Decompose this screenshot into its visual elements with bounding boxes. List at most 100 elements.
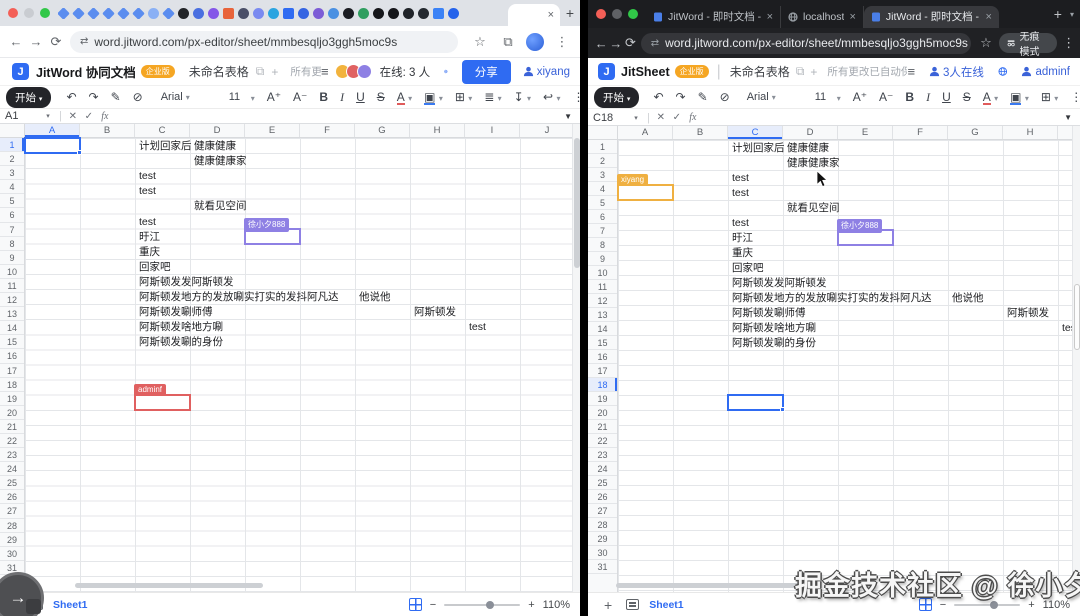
pinned-tab-icon[interactable] [208,8,219,19]
select-all-corner[interactable] [0,124,25,137]
pinned-tab-icon[interactable] [433,8,444,19]
tab-search-icon[interactable]: ▾ [1070,10,1080,19]
row-header-18[interactable]: 18 [588,378,617,392]
name-box-dropdown-icon[interactable]: ▾ [40,112,56,120]
underline-button[interactable]: U [351,90,370,104]
selected-cell-C18[interactable] [727,394,784,411]
minimize-window-button[interactable] [24,8,34,18]
minimize-window-button[interactable] [612,9,622,19]
borders-button[interactable]: ⊞ ▾ [1036,90,1063,104]
rename-icon[interactable]: ⧉ [256,64,265,79]
align-button[interactable]: ≣ ▾ [479,90,506,104]
browser-menu-icon[interactable]: ⋮ [552,34,572,50]
browser-menu-icon[interactable]: ⋮ [1061,35,1076,51]
pinned-tab-icon[interactable] [132,8,145,19]
address-input[interactable]: ⇄ word.jitword.com/px-editor/sheet/mmbes… [70,31,458,53]
add-sheet-button[interactable]: + [604,597,612,613]
text-wrap-button[interactable]: ↩ ▾ [538,90,565,104]
strikethrough-button[interactable]: S [372,90,390,104]
back-button[interactable]: ← [6,34,26,49]
row-header-8[interactable]: 8 [0,237,24,251]
pinned-tabs[interactable] [58,8,508,19]
row-header-29[interactable]: 29 [0,533,24,547]
pinned-tab-icon[interactable] [373,8,384,19]
decrease-font-button[interactable]: A⁻ [874,90,898,104]
row-headers[interactable]: 1234567891011121314151617181920212223242… [0,138,25,592]
pinned-tab-icon[interactable] [117,8,130,19]
browser-tab[interactable]: JitWord - 即时文档 - 高效协× [646,6,781,28]
row-header-7[interactable]: 7 [0,223,24,237]
zoom-in-button[interactable]: + [528,599,534,611]
pinned-tab-icon[interactable] [87,8,100,19]
row-header-24[interactable]: 24 [588,462,617,476]
sheet-switcher-icon[interactable] [626,599,639,610]
column-header-A[interactable]: A [25,124,80,137]
redo-button[interactable]: ↷ [671,90,691,104]
column-headers[interactable]: ABCDEFGHI [588,126,1072,140]
traffic-lights[interactable] [8,8,50,18]
pinned-tab-icon[interactable] [298,8,309,19]
italic-button[interactable]: I [335,90,349,105]
font-size-select[interactable]: 11 [224,91,244,103]
undo-button[interactable]: ↶ [61,90,81,104]
row-header-31[interactable]: 31 [588,560,617,574]
row-header-18[interactable]: 18 [0,378,24,392]
row-header-30[interactable]: 30 [0,547,24,561]
font-family-select[interactable]: Arial ▾ [156,91,222,103]
row-header-24[interactable]: 24 [0,462,24,476]
row-header-11[interactable]: 11 [588,280,617,294]
underline-button[interactable]: U [937,90,956,104]
toolbar-more-icon[interactable]: ⋮ [1065,90,1080,104]
pinned-tab-icon[interactable] [178,8,189,19]
pinned-tab-icon[interactable] [403,8,414,19]
pinned-tab-icon[interactable] [328,8,339,19]
row-header-22[interactable]: 22 [588,434,617,448]
pinned-tab-icon[interactable] [268,8,279,19]
row-header-7[interactable]: 7 [588,224,617,238]
profile-avatar[interactable] [526,33,544,51]
back-button[interactable]: ← [594,36,609,51]
toolbar-more-icon[interactable]: ⋮ [567,90,580,104]
column-header-I[interactable]: I [1058,126,1072,139]
row-header-3[interactable]: 3 [0,166,24,180]
row-header-17[interactable]: 17 [0,364,24,378]
column-header-E[interactable]: E [838,126,893,139]
cancel-entry-icon[interactable]: ✕ [653,112,669,123]
browser-tab[interactable]: JitWord - 即时文档 - 高效协× [864,6,999,28]
row-header-6[interactable]: 6 [588,210,617,224]
vertical-scrollbar-thumb[interactable] [1074,284,1080,350]
row-header-23[interactable]: 23 [0,448,24,462]
zoom-slider[interactable] [954,604,1020,606]
pinned-tab-icon[interactable] [448,8,459,19]
vertical-scrollbar-thumb[interactable] [574,138,580,268]
column-headers[interactable]: ABCDEFGHIJ [0,124,574,138]
increase-font-button[interactable]: A⁺ [848,90,872,104]
close-tab-icon[interactable]: × [985,11,991,23]
cells-area[interactable]: 计划回家后健康健康健康健康家testtest就看见空间test旴江重庆回家吧阿斯… [25,138,574,592]
maximize-window-button[interactable] [40,8,50,18]
bookmark-star-icon[interactable]: ☆ [979,35,994,51]
row-header-22[interactable]: 22 [0,434,24,448]
row-header-17[interactable]: 17 [588,364,617,378]
column-header-D[interactable]: D [190,124,245,137]
row-header-5[interactable]: 5 [0,194,24,208]
bookmark-star-icon[interactable]: ☆ [470,34,490,50]
start-menu-button[interactable]: 开始 ▾ [6,87,51,108]
row-header-25[interactable]: 25 [588,476,617,490]
column-header-F[interactable]: F [893,126,948,139]
clear-format-button[interactable]: ⊘ [715,90,735,104]
cell-reference-box[interactable]: C18 [588,112,628,124]
column-header-A[interactable]: A [618,126,673,139]
name-box-dropdown-icon[interactable]: ▾ [628,114,644,122]
add-doc-icon[interactable]: + [271,65,278,79]
format-painter-button[interactable]: ✎ [106,90,126,104]
pinned-tab-icon[interactable] [193,8,204,19]
font-size-dropdown-icon[interactable]: ▾ [832,90,846,104]
rename-icon[interactable]: ⧉ [796,64,805,79]
cell-reference-box[interactable]: A1 [0,110,40,122]
column-header-H[interactable]: H [1003,126,1058,139]
row-header-10[interactable]: 10 [0,265,24,279]
pinned-tab-icon[interactable] [343,8,354,19]
row-header-2[interactable]: 2 [0,152,24,166]
font-color-button[interactable]: A ▾ [978,90,1003,105]
